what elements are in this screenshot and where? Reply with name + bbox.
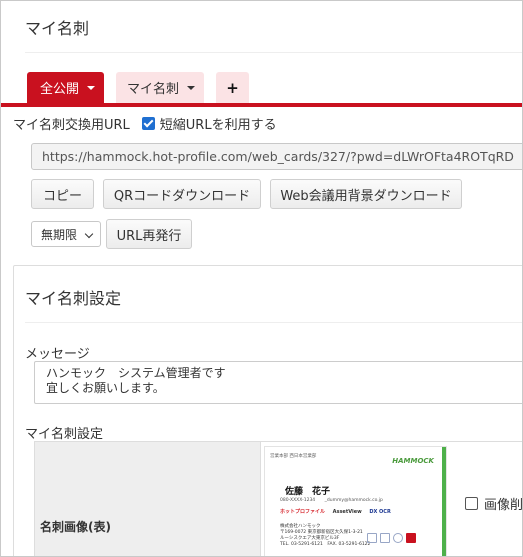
card-products: ホットプロファイル AssetView DX OCR: [280, 508, 391, 515]
qr-download-button[interactable]: QRコードダウンロード: [103, 179, 261, 209]
product-logo: AssetView: [332, 509, 362, 515]
my-card-settings-panel: マイ名刺設定 メッセージ ハンモック システム管理者です 宜しくお願いします。 …: [13, 265, 522, 556]
copy-button[interactable]: コピー: [31, 179, 94, 209]
company-logo: HAMMOCK: [392, 457, 434, 465]
delete-image-label[interactable]: 画像削除: [484, 494, 522, 513]
tab-my-card[interactable]: マイ名刺: [116, 72, 205, 103]
plus-icon: +: [226, 78, 239, 97]
tab-my-card-label: マイ名刺: [127, 82, 180, 97]
expiry-select-value: 無期限: [41, 227, 78, 242]
card-contact: 080-XXXX-1234 _dummy@hammock.co.jp: [280, 498, 383, 503]
title-divider: [25, 52, 522, 53]
product-logo: DX OCR: [369, 509, 391, 515]
card-front-header-cell: 名刺画像(表): [35, 442, 261, 556]
reissue-url-button[interactable]: URL再発行: [106, 219, 192, 249]
url-exchange-row: マイ名刺交換用URL 短縮URLを利用する: [13, 114, 277, 133]
card-department: 営業本部 西日本営業部: [270, 454, 317, 459]
card-front-label: 名刺画像(表): [40, 520, 111, 534]
delete-image-checkbox[interactable]: [465, 497, 478, 510]
card-person-name: 佐藤 花子: [285, 487, 331, 497]
panel-title: マイ名刺設定: [25, 289, 122, 308]
caret-down-icon: [87, 85, 96, 90]
certification-badge-icon: [367, 533, 377, 543]
chevron-down-icon: [84, 229, 94, 239]
expiry-select[interactable]: 無期限: [31, 221, 101, 247]
url-exchange-label: マイ名刺交換用URL: [13, 118, 130, 133]
caret-down-icon: [187, 85, 196, 90]
message-line: ハンモック システム管理者です: [46, 366, 226, 380]
certification-badge-icon: [380, 533, 390, 543]
tab-public-all-label: 全公開: [40, 82, 80, 97]
card-settings-label: マイ名刺設定: [25, 427, 104, 442]
short-url-checkbox[interactable]: [141, 117, 155, 130]
web-background-download-button[interactable]: Web会議用背景ダウンロード: [270, 179, 462, 209]
card-settings-table: 名刺画像(表) 営業本部 西日本営業部 HAMMOCK 佐藤 花子 080-XX…: [34, 441, 522, 556]
page-title: マイ名刺: [25, 19, 90, 38]
app-window: マイ名刺 全公開 マイ名刺 + マイ名刺交換用URL 短縮URLを利用する ht…: [0, 0, 523, 557]
message-label: メッセージ: [25, 347, 90, 362]
add-tab-button[interactable]: +: [216, 72, 250, 103]
card-tel-fax: TEL. 03-5291-6121 FAX. 03-5291-6122: [280, 542, 371, 547]
certification-badges: [367, 533, 416, 543]
business-card-image: 営業本部 西日本営業部 HAMMOCK 佐藤 花子 080-XXXX-1234 …: [264, 446, 447, 556]
card-company-block: 株式会社ハンモック 〒169-0072 東京都新宿区大久保1-3-21 ルーシス…: [280, 524, 370, 548]
delete-image-row: 画像削除: [465, 494, 522, 513]
card-accent-bar: [442, 447, 446, 556]
panel-divider: [25, 322, 522, 323]
card-email: _dummy@hammock.co.jp: [324, 498, 383, 503]
card-phone: 080-XXXX-1234: [280, 498, 316, 503]
product-logo: ホットプロファイル: [280, 509, 326, 515]
tab-underline: [1, 103, 522, 107]
short-url-label[interactable]: 短縮URLを利用する: [160, 114, 277, 133]
share-url-field[interactable]: https://hammock.hot-profile.com/web_card…: [31, 143, 522, 170]
jpx-badge-icon: [406, 533, 416, 543]
message-textarea[interactable]: ハンモック システム管理者です 宜しくお願いします。: [34, 361, 522, 404]
tab-public-all[interactable]: 全公開: [27, 72, 105, 103]
certification-badge-icon: [393, 533, 403, 543]
tab-bar: 全公開 マイ名刺 +: [27, 72, 261, 103]
message-line: 宜しくお願いします。: [46, 381, 165, 395]
